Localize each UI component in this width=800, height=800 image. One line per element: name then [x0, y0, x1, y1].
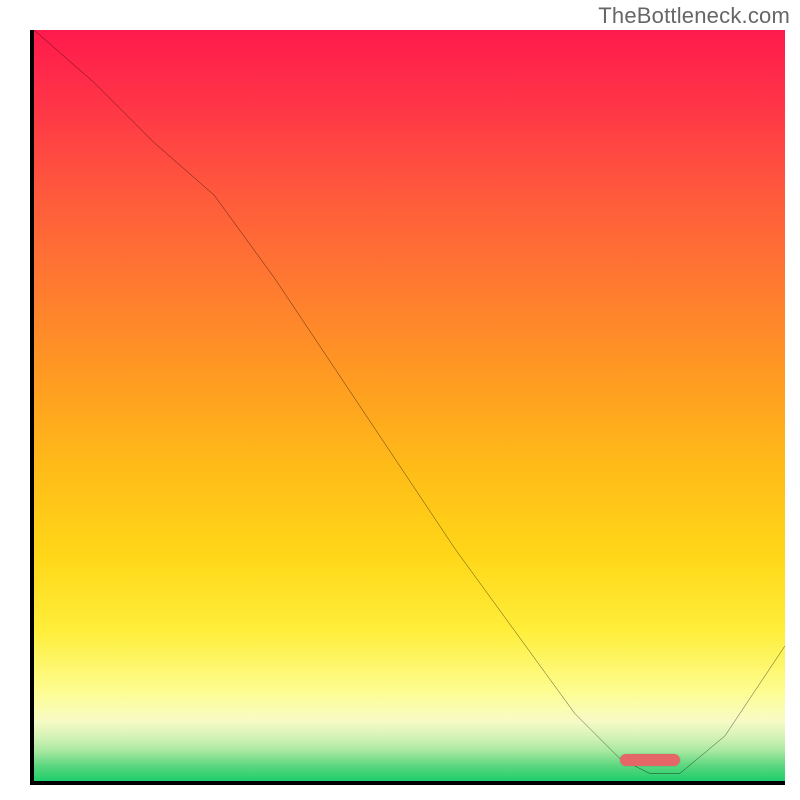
- chart-container: TheBottleneck.com: [0, 0, 800, 800]
- optimal-region-marker: [620, 754, 680, 766]
- plot-area: [30, 30, 785, 785]
- background-gradient: [34, 30, 785, 781]
- watermark-text: TheBottleneck.com: [598, 3, 790, 29]
